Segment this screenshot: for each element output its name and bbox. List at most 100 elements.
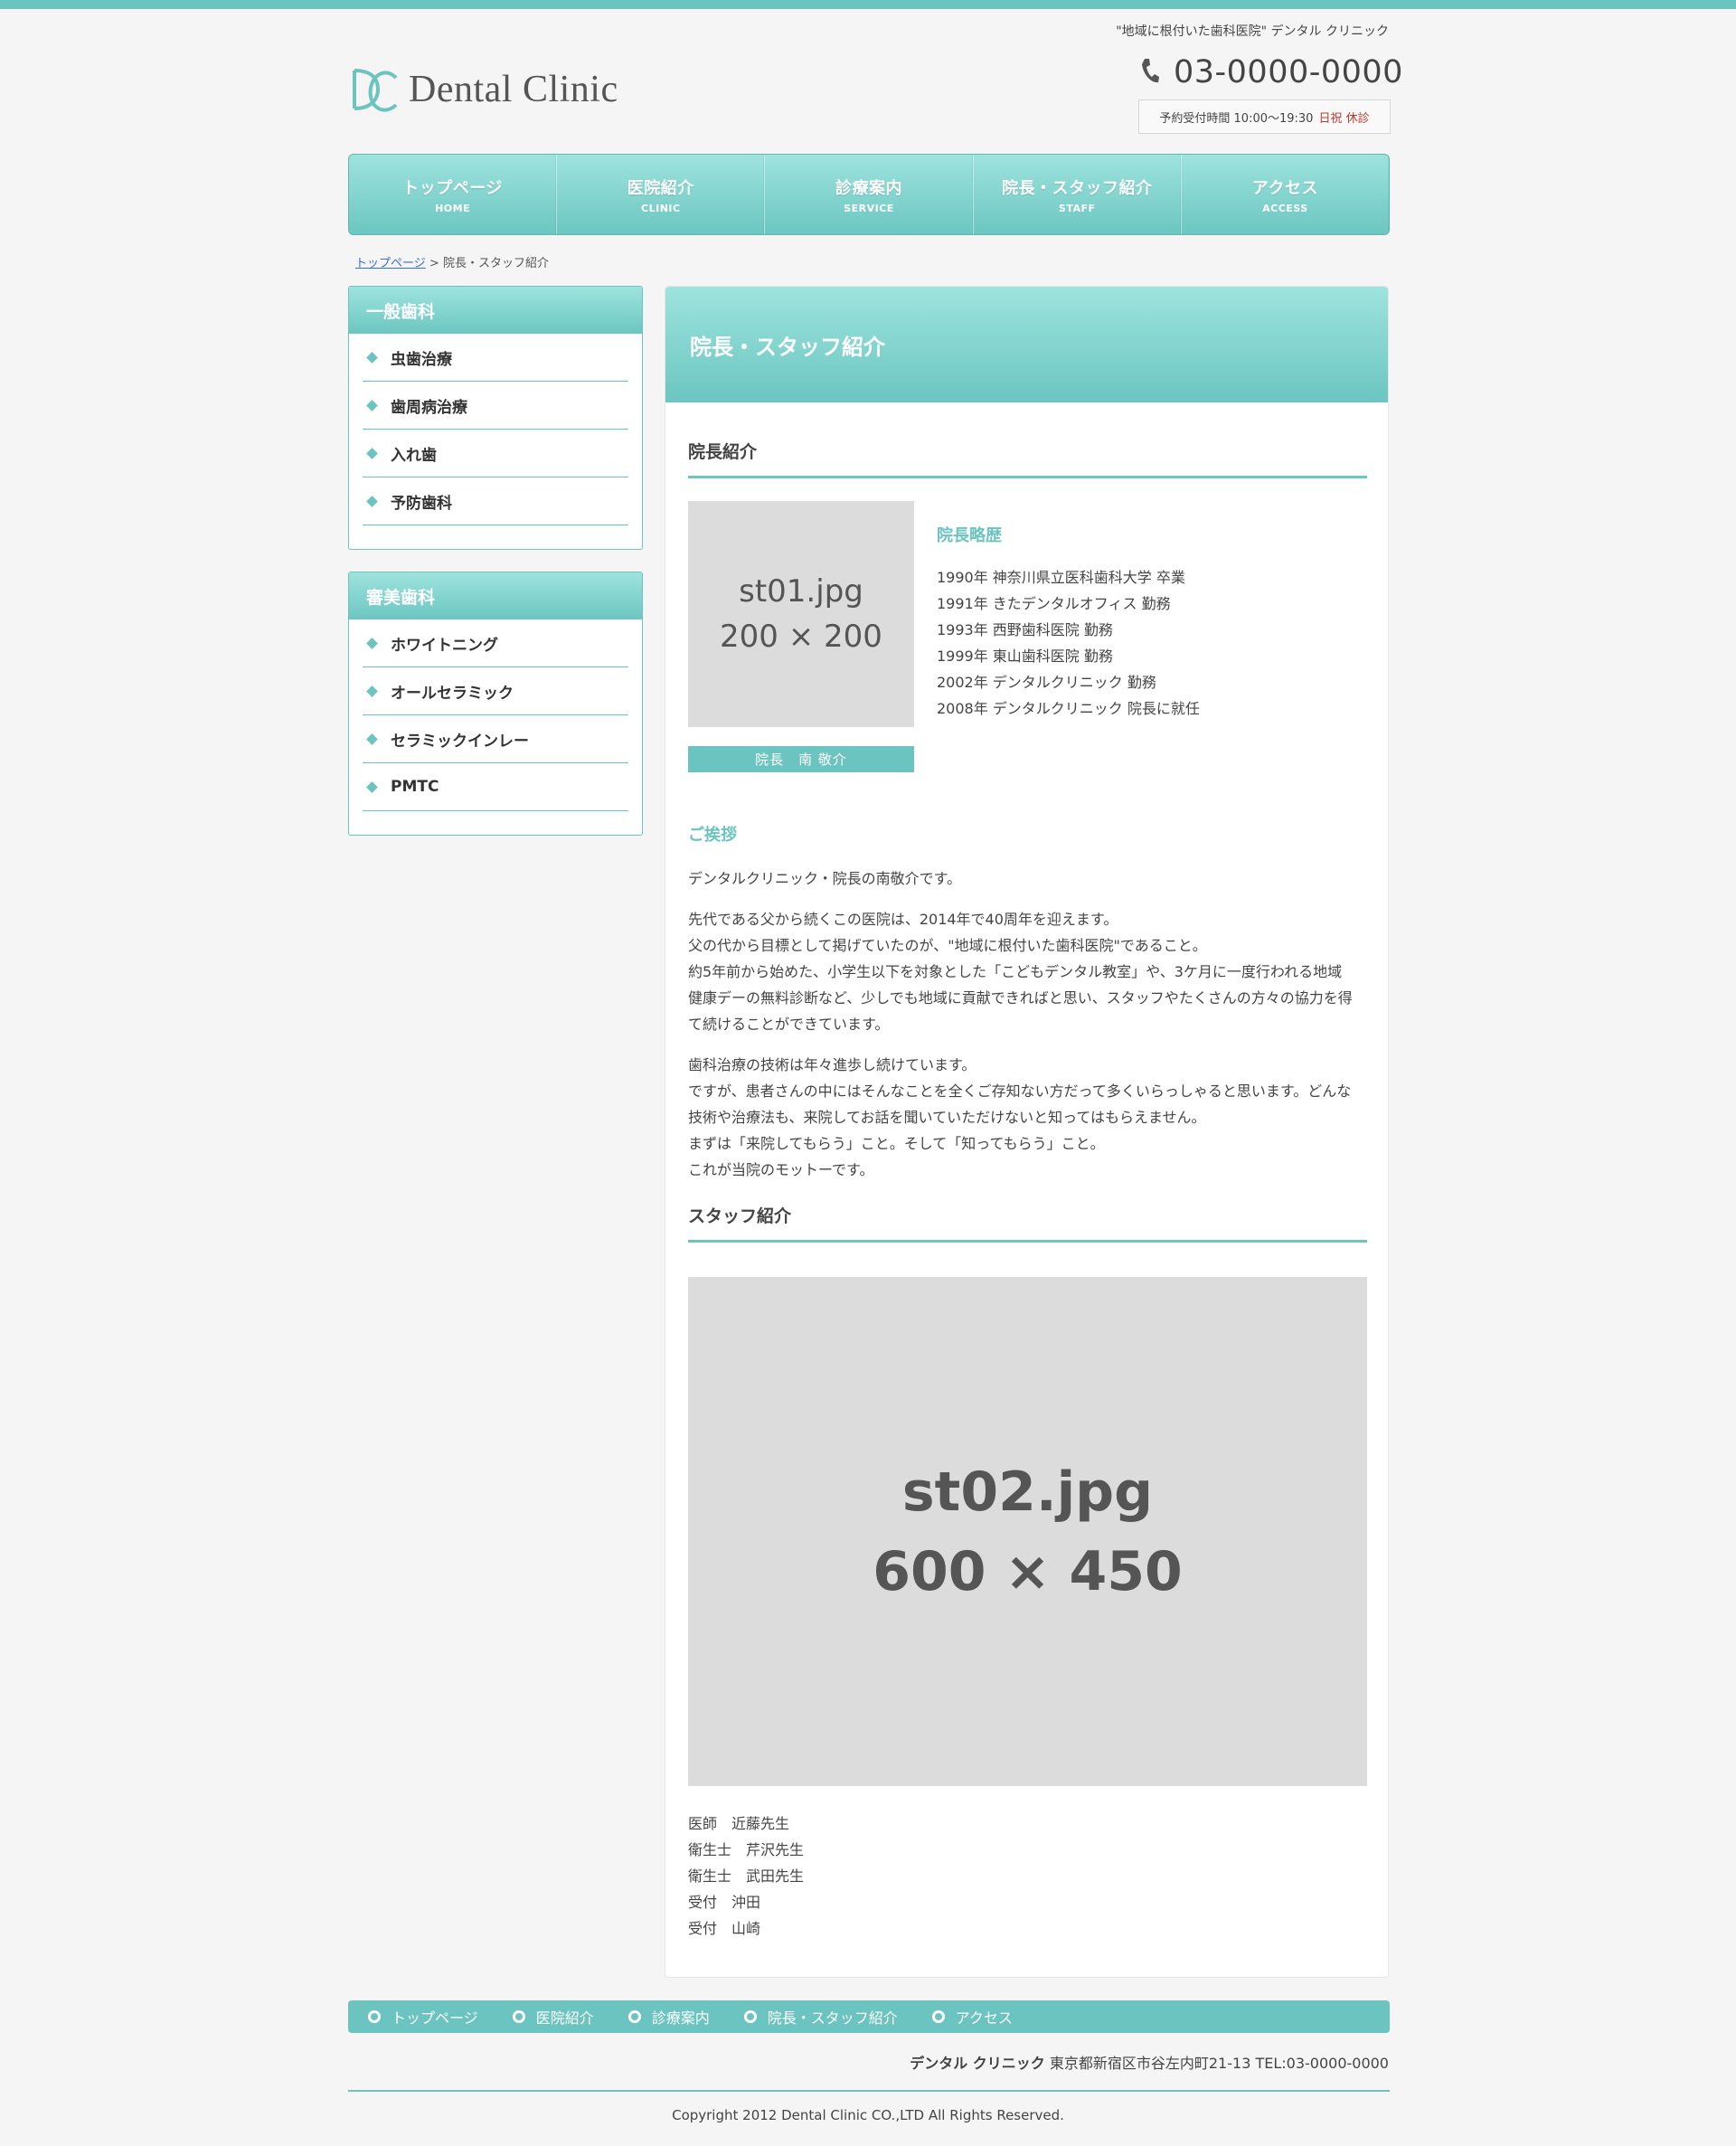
footer-nav: トップページ 医院紹介 診療案内 院長・スタッフ紹介 アクセス — [348, 2000, 1390, 2033]
breadcrumb: トップページ > 院長・スタッフ紹介 — [355, 253, 549, 270]
sidebar-item-label: 入れ歯 — [391, 446, 437, 465]
greeting-heading: ご挨拶 — [688, 826, 737, 845]
nav-item-staff[interactable]: 院長・スタッフ紹介 STAFF — [974, 155, 1182, 234]
nav-sublabel: STAFF — [1058, 202, 1096, 214]
diamond-bullet-icon — [366, 495, 378, 507]
sidebar-item[interactable]: PMTC — [363, 763, 628, 811]
staff-item: 衛生士 芹沢先生 — [688, 1841, 805, 1858]
history-line: 1991年 きたデンタルオフィス 勤務 — [937, 595, 1171, 612]
nav-item-service[interactable]: 診療案内 SERVICE — [765, 155, 974, 234]
nav-label: 医院紹介 — [627, 178, 694, 198]
circle-bullet-icon — [743, 2010, 757, 2023]
nav-label: 診療案内 — [835, 178, 902, 198]
top-accent-bar — [0, 0, 1736, 9]
sidebar-item-label: 虫歯治療 — [391, 350, 452, 369]
hours-label: 予約受付時間 10:00～19:30 — [1159, 111, 1314, 126]
sidebar-item[interactable]: オールセラミック — [363, 667, 628, 715]
sidebar-general-dentistry: 一般歯科 虫歯治療 歯周病治療 入れ歯 予防歯科 — [348, 286, 643, 550]
nav-label: 院長・スタッフ紹介 — [1001, 178, 1153, 198]
footer-nav-item-access[interactable]: アクセス — [931, 2006, 1013, 2028]
copyright: Copyright 2012 Dental Clinic CO.,LTD All… — [672, 2107, 1064, 2123]
sidebar-item-label: セラミックインレー — [391, 732, 529, 751]
sidebar-item[interactable]: 虫歯治療 — [363, 334, 628, 382]
global-nav: トップページ HOME 医院紹介 CLINIC 診療案内 SERVICE 院長・… — [348, 154, 1390, 235]
history-line: 2008年 デンタルクリニック 院長に就任 — [937, 700, 1200, 717]
diamond-bullet-icon — [366, 637, 378, 649]
dc-logo-icon — [349, 63, 400, 116]
sidebar-item[interactable]: 予防歯科 — [363, 477, 628, 525]
circle-bullet-icon — [368, 2010, 381, 2023]
breadcrumb-current: 院長・スタッフ紹介 — [442, 257, 549, 270]
footer-clinic-name: デンタル クリニック — [910, 2055, 1045, 2072]
history-line: 1993年 西野歯科医院 勤務 — [937, 621, 1113, 638]
staff-item: 医師 近藤先生 — [688, 1815, 790, 1832]
diamond-bullet-icon — [366, 351, 378, 364]
breadcrumb-home-link[interactable]: トップページ — [355, 257, 426, 270]
diamond-bullet-icon — [366, 685, 378, 697]
reservation-hours: 予約受付時間 10:00～19:30 日祝 休診 — [1138, 99, 1391, 134]
staff-photo-placeholder: st02.jpg 600 × 450 — [688, 1277, 1367, 1786]
text-line: 健康デーの無料診断など、少しでも地域に貢献できればと思い、スタッフやたくさんの方… — [688, 989, 1353, 1007]
greeting-paragraph-1: デンタルクリニック・院長の南敬介です。 — [688, 865, 1375, 892]
photo-filename: st02.jpg — [901, 1460, 1154, 1524]
footer-nav-item-clinic[interactable]: 医院紹介 — [512, 2006, 594, 2028]
nav-sublabel: CLINIC — [641, 202, 681, 214]
text-line: デンタルクリニック・院長の南敬介です。 — [688, 870, 962, 887]
phone-icon — [1139, 57, 1161, 88]
text-line: これが当院のモットーです。 — [688, 1161, 874, 1178]
director-photo-placeholder: st01.jpg 200 × 200 — [688, 501, 914, 727]
sidebar-item-label: 予防歯科 — [391, 494, 452, 513]
logo-text: Dental Clinic — [409, 69, 618, 110]
sidebar-heading: 一般歯科 — [349, 287, 642, 334]
diamond-bullet-icon — [366, 733, 378, 745]
staff-item: 受付 山崎 — [688, 1920, 761, 1937]
sidebar-item[interactable]: 歯周病治療 — [363, 382, 628, 430]
nav-sublabel: HOME — [435, 202, 471, 214]
sidebar-cosmetic-dentistry: 審美歯科 ホワイトニング オールセラミック セラミックインレー PMTC — [348, 572, 643, 836]
text-line: 父の代から目標として掲げていたのが、"地域に根付いた歯科医院"であること。 — [688, 937, 1207, 954]
sidebar-item[interactable]: 入れ歯 — [363, 430, 628, 477]
footer-nav-label: アクセス — [955, 2009, 1013, 2027]
nav-label: アクセス — [1251, 178, 1318, 198]
main-content: 院長・スタッフ紹介 院長紹介 st01.jpg 200 × 200 院長 南 敬… — [665, 286, 1389, 1978]
breadcrumb-separator: > — [429, 257, 439, 270]
history-line: 1999年 東山歯科医院 勤務 — [937, 648, 1113, 665]
greeting-paragraph-3: 歯科治療の技術は年々進歩し続けています。 ですが、患者さんの中にはそんなことを全… — [688, 1052, 1375, 1183]
photo-size: 600 × 450 — [873, 1539, 1183, 1603]
phone-block: 03-0000-0000 — [1139, 54, 1403, 90]
history-heading: 院長略歴 — [937, 526, 1002, 545]
footer-nav-label: トップページ — [392, 2009, 478, 2027]
nav-item-home[interactable]: トップページ HOME — [349, 155, 558, 234]
staff-item: 受付 沖田 — [688, 1894, 761, 1911]
footer-address-text: 東京都新宿区市谷左内町21-13 TEL:03-0000-0000 — [1049, 2055, 1389, 2072]
site-logo[interactable]: Dental Clinic — [349, 63, 618, 116]
sidebar-item[interactable]: ホワイトニング — [363, 619, 628, 667]
diamond-bullet-icon — [366, 780, 378, 793]
text-line: 技術や治療法も、来院してお話を聞いていただけないと知ってはもらえません。 — [688, 1109, 1206, 1126]
nav-item-clinic[interactable]: 医院紹介 CLINIC — [557, 155, 766, 234]
nav-label: トップページ — [402, 178, 503, 198]
text-line: て続けることができています。 — [688, 1016, 890, 1033]
circle-bullet-icon — [931, 2010, 945, 2023]
nav-item-access[interactable]: アクセス ACCESS — [1182, 155, 1389, 234]
footer-nav-item-service[interactable]: 診療案内 — [627, 2006, 710, 2028]
phone-number[interactable]: 03-0000-0000 — [1174, 54, 1403, 90]
footer-nav-item-staff[interactable]: 院長・スタッフ紹介 — [743, 2006, 898, 2028]
staff-item: 衛生士 武田先生 — [688, 1867, 805, 1885]
sidebar-item-label: ホワイトニング — [391, 636, 498, 655]
text-line: まずは「来院してもらう」こと。そして「知ってもらう」こと。 — [688, 1135, 1105, 1152]
footer-nav-label: 診療案内 — [651, 2009, 710, 2027]
director-caption: 院長 南 敬介 — [688, 746, 914, 772]
nav-sublabel: SERVICE — [844, 202, 894, 214]
sidebar-item-label: PMTC — [391, 778, 439, 796]
staff-heading: スタッフ紹介 — [688, 1203, 1367, 1243]
history-line: 1990年 神奈川県立医科歯科大学 卒業 — [937, 569, 1185, 586]
history-line: 2002年 デンタルクリニック 勤務 — [937, 674, 1156, 691]
footer-nav-item-home[interactable]: トップページ — [368, 2006, 478, 2028]
text-line: 約5年前から始めた、小学生以下を対象とした「こどもデンタル教室」や、3ケ月に一度… — [688, 963, 1343, 980]
photo-size: 200 × 200 — [720, 619, 882, 655]
sidebar-item[interactable]: セラミックインレー — [363, 715, 628, 763]
staff-list: 医師 近藤先生 衛生士 芹沢先生 衛生士 武田先生 受付 沖田 受付 山崎 — [688, 1810, 804, 1942]
closed-days: 日祝 休診 — [1318, 111, 1370, 126]
director-heading: 院長紹介 — [688, 439, 1367, 478]
